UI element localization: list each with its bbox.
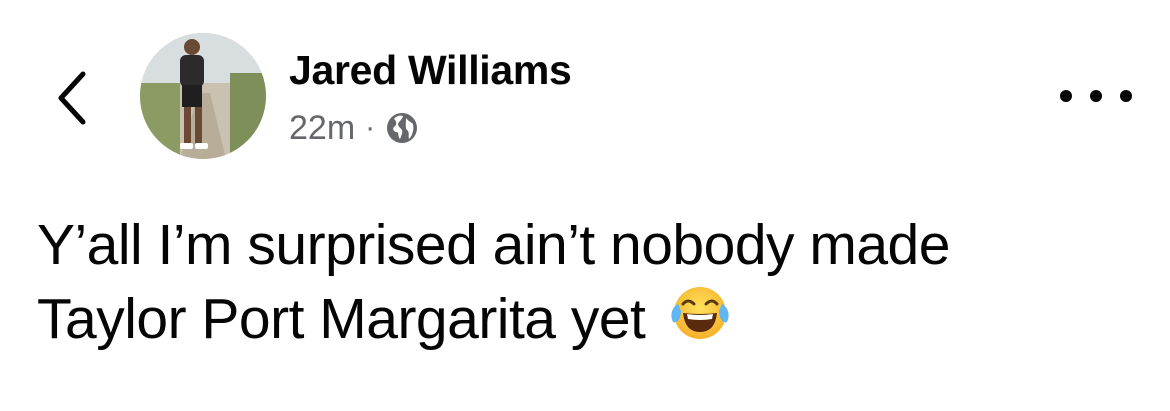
meta-separator: · (365, 111, 376, 144)
back-button[interactable] (44, 62, 100, 134)
more-options-dot (1090, 90, 1102, 102)
avatar[interactable] (140, 33, 266, 159)
post-meta: 22m · (289, 106, 419, 150)
more-options-icon (1060, 90, 1072, 102)
more-options-button[interactable] (1060, 76, 1132, 116)
author-name[interactable]: Jared Williams (289, 47, 572, 94)
post-text: Y’all I’m surprised ain’t nobody made Ta… (37, 208, 1147, 356)
post-text-line: Taylor Port Margarita yet (37, 287, 646, 351)
post-text-line-2: Taylor Port Margarita yet (37, 282, 1147, 356)
globe-icon[interactable] (385, 111, 419, 145)
more-options-dot (1120, 90, 1132, 102)
post-text-line: Y’all I’m surprised ain’t nobody made (37, 213, 950, 277)
face-with-tears-of-joy-icon (669, 282, 731, 344)
avatar-photo (140, 33, 266, 159)
post-timestamp[interactable]: 22m (289, 109, 355, 148)
chevron-left-icon (58, 71, 86, 125)
